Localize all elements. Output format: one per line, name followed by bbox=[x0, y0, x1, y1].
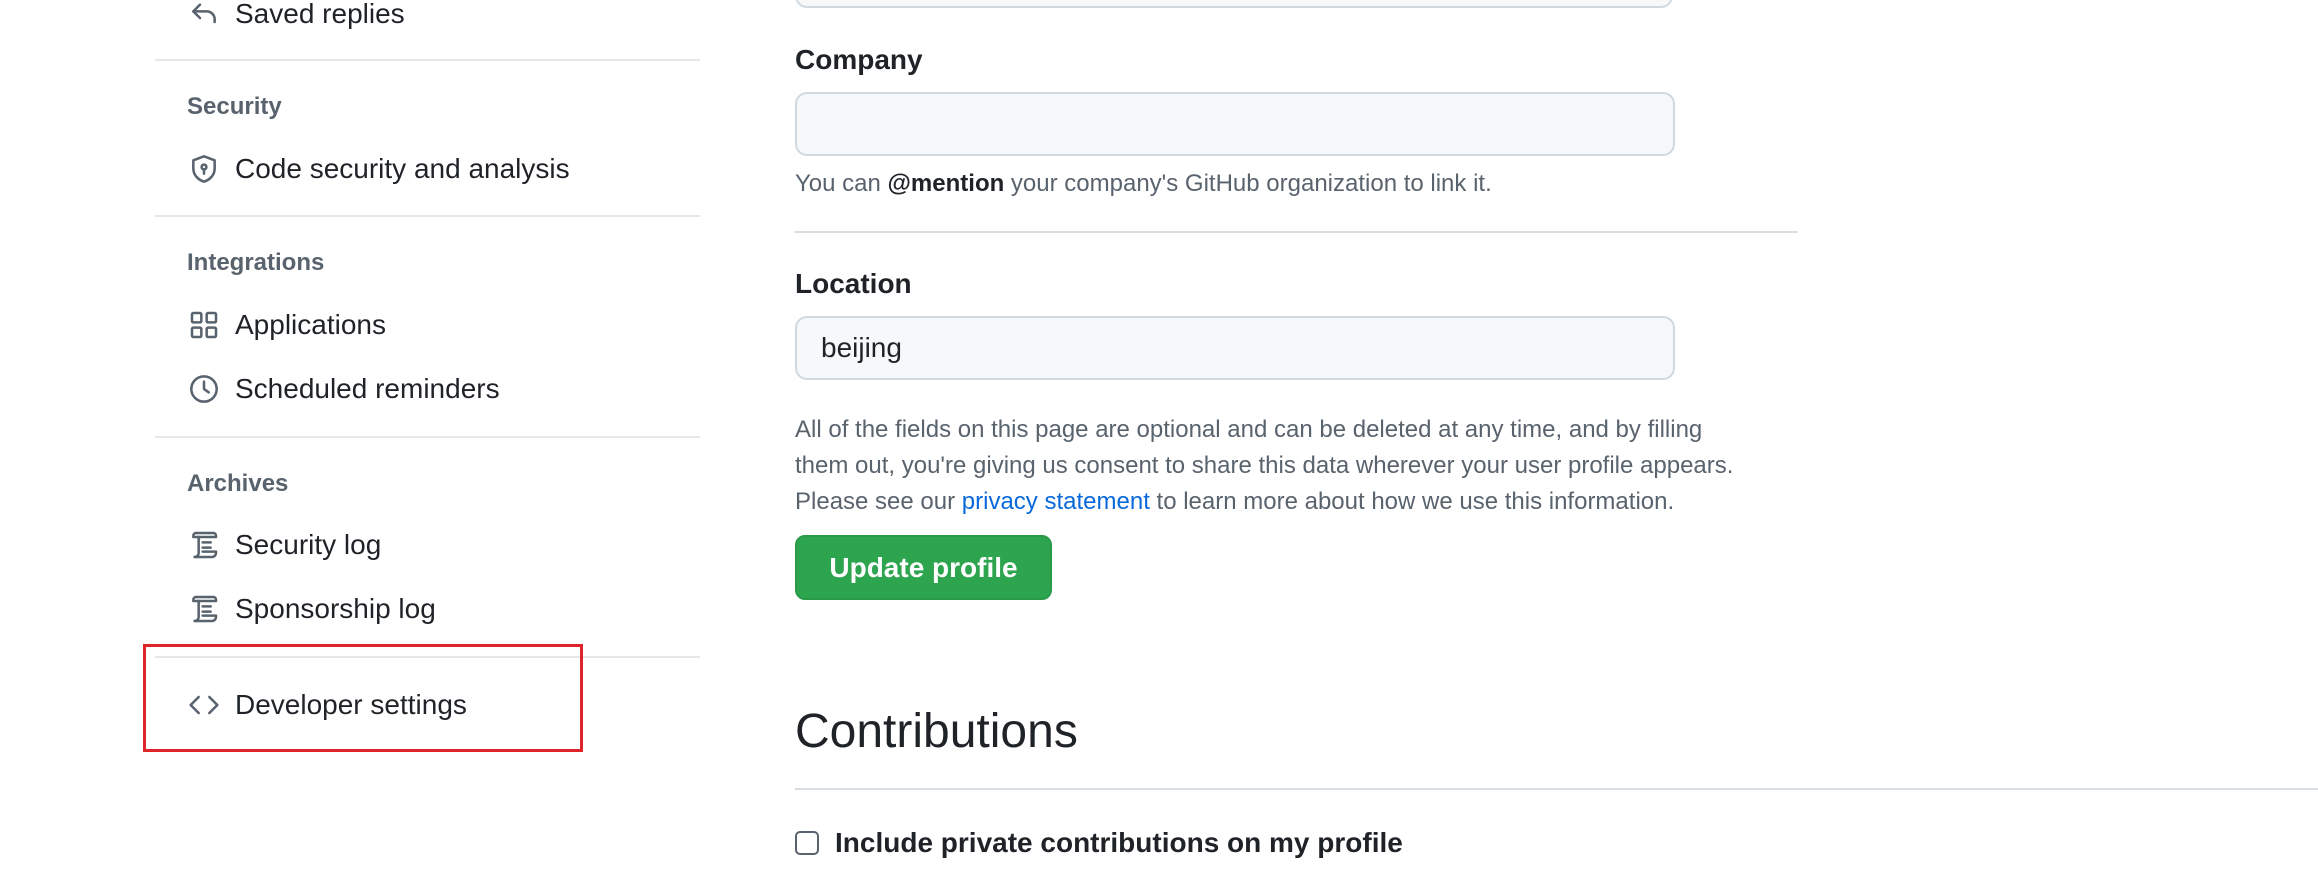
sidebar-item-sponsorship-log[interactable]: Sponsorship log bbox=[187, 587, 436, 631]
log-icon bbox=[187, 592, 221, 626]
sidebar-divider bbox=[155, 59, 700, 61]
shield-icon bbox=[187, 152, 221, 186]
sidebar-heading-security: Security bbox=[187, 93, 282, 120]
private-contributions-checkbox[interactable] bbox=[795, 831, 819, 855]
highlight-box bbox=[143, 644, 583, 752]
company-hint: You can @mention your company's GitHub o… bbox=[795, 166, 1492, 202]
company-hint-text: You can bbox=[795, 170, 888, 197]
company-hint-text: your company's GitHub organization to li… bbox=[1004, 170, 1492, 197]
mention-text: @mention bbox=[887, 170, 1005, 197]
update-profile-button[interactable]: Update profile bbox=[795, 535, 1052, 600]
sidebar-item-label: Code security and analysis bbox=[235, 153, 570, 184]
company-label: Company bbox=[795, 44, 923, 75]
log-icon bbox=[187, 528, 221, 562]
disclaimer-line: All of the fields on this page are optio… bbox=[795, 416, 1703, 443]
section-divider bbox=[795, 788, 2318, 790]
sidebar-item-security-log[interactable]: Security log bbox=[187, 523, 381, 567]
sidebar-item-label: Applications bbox=[235, 309, 386, 340]
sidebar-item-saved-replies[interactable]: Saved replies bbox=[187, 0, 405, 36]
sidebar-item-code-security[interactable]: Code security and analysis bbox=[187, 147, 570, 191]
sidebar-item-scheduled-reminders[interactable]: Scheduled reminders bbox=[187, 367, 500, 411]
clock-icon bbox=[187, 372, 221, 406]
disclaimer-text: Please see our bbox=[795, 488, 962, 515]
location-label: Location bbox=[795, 268, 912, 299]
location-input[interactable] bbox=[795, 316, 1675, 380]
reply-icon bbox=[187, 0, 221, 31]
sidebar-heading-integrations: Integrations bbox=[187, 249, 325, 276]
company-input[interactable] bbox=[795, 92, 1675, 156]
private-contributions-label[interactable]: Include private contributions on my prof… bbox=[835, 827, 1403, 859]
private-contributions-option[interactable]: Include private contributions on my prof… bbox=[795, 823, 1403, 863]
disclaimer-text: to learn more about how we use this info… bbox=[1149, 488, 1675, 515]
privacy-statement-link[interactable]: privacy statement bbox=[962, 488, 1150, 515]
sidebar-item-label: Saved replies bbox=[235, 0, 405, 29]
form-divider bbox=[795, 231, 1798, 233]
contributions-title: Contributions bbox=[795, 705, 1078, 758]
disclaimer-line: Please see our privacy statement to lear… bbox=[795, 484, 1674, 520]
disclaimer-line: them out, you're giving us consent to sh… bbox=[795, 452, 1734, 479]
sidebar-item-applications[interactable]: Applications bbox=[187, 303, 386, 347]
sidebar-divider bbox=[155, 215, 700, 217]
sidebar-divider bbox=[155, 436, 700, 438]
apps-grid-icon bbox=[187, 308, 221, 342]
previous-field-input[interactable] bbox=[795, 0, 1673, 8]
sidebar-item-label: Sponsorship log bbox=[235, 593, 436, 624]
sidebar-heading-archives: Archives bbox=[187, 470, 289, 497]
sidebar-item-label: Scheduled reminders bbox=[235, 373, 500, 404]
settings-page: Saved replies Security Code security and… bbox=[0, 0, 2318, 870]
sidebar-item-label: Security log bbox=[235, 529, 382, 560]
